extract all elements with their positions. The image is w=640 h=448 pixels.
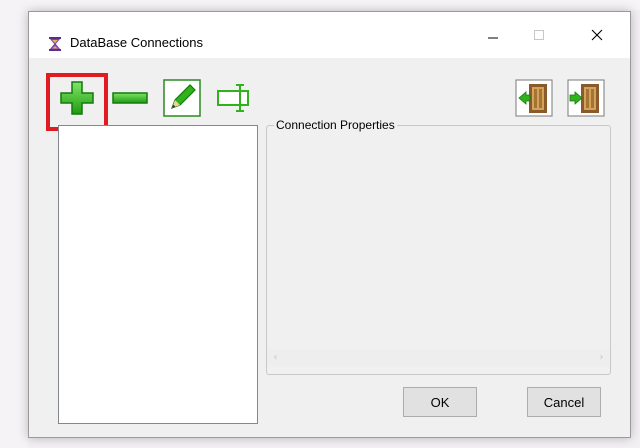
scroll-right-arrow-icon[interactable]: ›	[593, 349, 610, 366]
window-title: DataBase Connections	[70, 35, 203, 50]
edit-connection-button[interactable]	[162, 78, 202, 118]
rename-textbox-icon	[217, 84, 249, 112]
desktop-background	[0, 0, 640, 10]
minimize-icon	[488, 37, 498, 39]
maximize-button[interactable]	[516, 12, 562, 58]
import-connections-button[interactable]	[514, 78, 554, 118]
export-connections-button[interactable]	[566, 78, 606, 118]
rename-connection-button[interactable]	[214, 78, 254, 118]
maximize-icon	[534, 30, 544, 40]
export-door-icon	[567, 79, 605, 117]
database-connections-dialog: DataBase Connections Connection Properti…	[28, 11, 631, 438]
desktop-background-left	[0, 0, 28, 448]
close-button[interactable]	[574, 12, 620, 58]
title-bar: DataBase Connections	[29, 12, 630, 58]
ok-button[interactable]: OK	[403, 387, 477, 417]
minimize-button[interactable]	[470, 12, 516, 58]
scroll-left-arrow-icon[interactable]: ‹	[267, 349, 284, 366]
remove-connection-button[interactable]	[110, 78, 150, 118]
close-icon	[591, 29, 603, 41]
connections-list[interactable]	[58, 125, 258, 424]
cancel-button[interactable]: Cancel	[527, 387, 601, 417]
edit-pencil-icon	[163, 79, 201, 117]
connection-properties-group: Connection Properties	[266, 117, 611, 375]
horizontal-scrollbar[interactable]: ‹ ›	[267, 349, 610, 366]
connection-properties-legend: Connection Properties	[274, 117, 397, 133]
import-door-icon	[515, 79, 553, 117]
hourglass-app-icon	[47, 36, 63, 52]
remove-minus-icon	[112, 92, 148, 104]
highlight-annotation	[46, 73, 108, 131]
